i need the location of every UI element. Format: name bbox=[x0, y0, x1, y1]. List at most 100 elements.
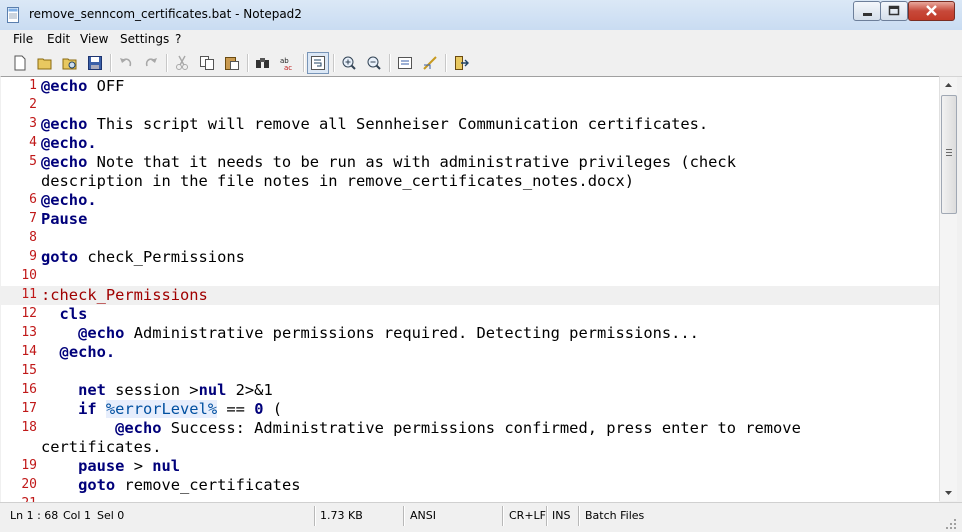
status-position: Ln 1 : 68 bbox=[10, 509, 59, 522]
zoom-in-icon bbox=[342, 56, 356, 70]
scroll-up-button[interactable] bbox=[940, 77, 957, 94]
line-text: net session >nul 2>&1 bbox=[78, 381, 273, 399]
vertical-scrollbar[interactable] bbox=[939, 77, 957, 501]
line-number: 6 bbox=[29, 192, 37, 207]
notepad-app-icon[interactable] bbox=[7, 7, 20, 23]
line-text-wrapped: certificates. bbox=[41, 438, 162, 456]
word-wrap-button[interactable] bbox=[307, 52, 329, 74]
copy-button[interactable] bbox=[197, 53, 217, 73]
line-text: cls bbox=[41, 305, 88, 323]
line-text-wrapped: description in the file notes in remove_… bbox=[41, 172, 635, 190]
line-number: 17 bbox=[21, 401, 37, 416]
editor-area[interactable]: 1 @echo OFF 2 3 @echo This script will r… bbox=[1, 76, 939, 502]
line-text: @echo OFF bbox=[41, 77, 125, 95]
save-button[interactable] bbox=[85, 53, 105, 73]
status-bar: Ln 1 : 68 Col 1 Sel 0 1.73 KB ANSI CR+LF… bbox=[0, 502, 962, 532]
zoom-out-icon bbox=[367, 56, 381, 70]
close-button[interactable] bbox=[908, 1, 955, 21]
menu-file[interactable]: File bbox=[13, 32, 33, 46]
resize-grip-icon[interactable] bbox=[944, 517, 958, 531]
minimize-icon bbox=[863, 13, 872, 16]
customize-scheme-icon bbox=[423, 56, 437, 70]
new-button[interactable] bbox=[10, 53, 30, 73]
customize-scheme-button[interactable] bbox=[420, 53, 440, 73]
code-line: 15 bbox=[1, 362, 939, 381]
menu-bar: File Edit View Settings ? bbox=[0, 30, 962, 50]
title-bar[interactable]: remove_senncom_certificates.bat - Notepa… bbox=[0, 0, 962, 30]
svg-text:ac: ac bbox=[284, 64, 292, 71]
new-icon bbox=[14, 55, 26, 71]
status-encoding[interactable]: ANSI bbox=[410, 509, 436, 522]
status-column: Col 1 bbox=[63, 509, 91, 522]
code-line: 18 @echo Success: Administrative permiss… bbox=[1, 419, 939, 457]
replace-button[interactable]: ab ac bbox=[278, 53, 298, 73]
find-icon bbox=[256, 58, 269, 68]
exit-button[interactable] bbox=[451, 53, 471, 73]
code-line: 3 @echo This script will remove all Senn… bbox=[1, 115, 939, 134]
undo-button[interactable] bbox=[116, 53, 136, 73]
line-number: 3 bbox=[29, 116, 37, 131]
line-text: :check_Permissions bbox=[41, 286, 208, 304]
line-text: pause > nul bbox=[78, 457, 181, 475]
status-lexer[interactable]: Batch Files bbox=[585, 509, 644, 522]
line-number: 5 bbox=[29, 154, 37, 169]
status-line-ending[interactable]: CR+LF bbox=[509, 509, 546, 522]
line-text: goto check_Permissions bbox=[41, 248, 245, 266]
code-line-current: 11 :check_Permissions bbox=[1, 286, 939, 305]
open-icon bbox=[37, 58, 52, 70]
undo-icon bbox=[120, 58, 132, 67]
code-line: 19 pause > nul bbox=[1, 457, 939, 476]
maximize-button[interactable] bbox=[880, 1, 908, 21]
open-button[interactable] bbox=[35, 53, 55, 73]
minimize-button[interactable] bbox=[853, 1, 881, 21]
save-icon bbox=[88, 56, 102, 70]
line-number: 11 bbox=[21, 287, 37, 302]
line-text: @echo Administrative permissions require… bbox=[78, 324, 699, 342]
redo-icon bbox=[145, 58, 157, 67]
browse-icon bbox=[62, 58, 77, 70]
code-line: 13 @echo Administrative permissions requ… bbox=[1, 324, 939, 343]
line-text: goto remove_certificates bbox=[78, 476, 301, 494]
scroll-down-button[interactable] bbox=[940, 484, 957, 501]
code-line: 10 bbox=[1, 267, 939, 286]
code-line: 21 bbox=[1, 495, 939, 502]
line-number: 10 bbox=[21, 268, 37, 283]
redo-button[interactable] bbox=[141, 53, 161, 73]
status-selection: Sel 0 bbox=[97, 509, 125, 522]
paste-button[interactable] bbox=[222, 53, 242, 73]
code-line: 16 net session >nul 2>&1 bbox=[1, 381, 939, 400]
find-button[interactable] bbox=[253, 53, 273, 73]
menu-view[interactable]: View bbox=[80, 32, 108, 46]
paste-icon bbox=[225, 57, 239, 70]
line-number: 20 bbox=[21, 477, 37, 492]
browse-button[interactable] bbox=[60, 53, 80, 73]
code-line: 6 @echo. bbox=[1, 191, 939, 210]
code-line: 7 Pause bbox=[1, 210, 939, 229]
toolbar: ab ac bbox=[0, 50, 962, 77]
line-number: 8 bbox=[29, 230, 37, 245]
status-insert-mode: INS bbox=[552, 509, 571, 522]
arrow-up-icon bbox=[945, 83, 952, 87]
line-number: 9 bbox=[29, 249, 37, 264]
code-line: 1 @echo OFF bbox=[1, 77, 939, 96]
line-number: 12 bbox=[21, 306, 37, 321]
line-text: Pause bbox=[41, 210, 88, 228]
scroll-thumb[interactable] bbox=[941, 95, 957, 214]
close-icon bbox=[926, 5, 937, 16]
notepad2-window: remove_senncom_certificates.bat - Notepa… bbox=[0, 0, 962, 532]
code-line: 17 if %errorLevel% == 0 ( bbox=[1, 400, 939, 419]
line-text: @echo. bbox=[41, 191, 97, 209]
zoom-in-button[interactable] bbox=[339, 53, 359, 73]
code-line: 20 goto remove_certificates bbox=[1, 476, 939, 495]
menu-edit[interactable]: Edit bbox=[47, 32, 70, 46]
cut-button[interactable] bbox=[172, 53, 192, 73]
code-line: 8 bbox=[1, 229, 939, 248]
line-text: @echo This script will remove all Sennhe… bbox=[41, 115, 709, 133]
zoom-out-button[interactable] bbox=[364, 53, 384, 73]
menu-help[interactable]: ? bbox=[175, 32, 181, 46]
line-number: 14 bbox=[21, 344, 37, 359]
scheme-button[interactable] bbox=[395, 53, 415, 73]
exit-icon bbox=[455, 56, 469, 70]
line-number: 15 bbox=[21, 363, 37, 378]
menu-settings[interactable]: Settings bbox=[120, 32, 169, 46]
